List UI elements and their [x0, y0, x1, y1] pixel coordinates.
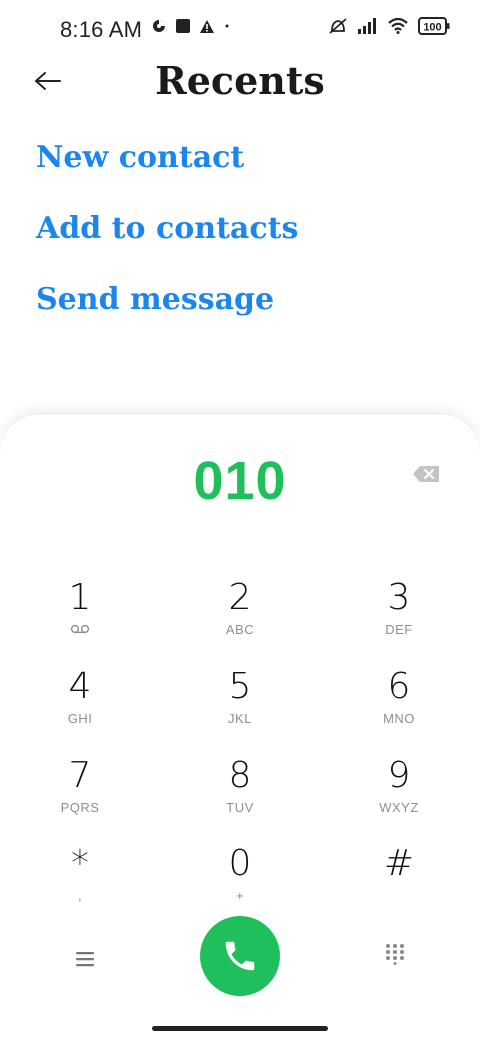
notification-icons: [152, 19, 230, 33]
key-9[interactable]: 9 WXYZ: [339, 756, 459, 826]
key-digit: 2: [228, 577, 252, 618]
add-to-contacts-link[interactable]: Add to contacts: [36, 211, 298, 247]
vibrate-off-icon: [328, 17, 348, 35]
battery-level: 100: [423, 22, 441, 34]
menu-button[interactable]: [72, 946, 98, 972]
signal-icon: [358, 18, 378, 34]
key-7[interactable]: 7 PQRS: [20, 756, 140, 826]
key-digit: 0: [228, 843, 252, 884]
key-3[interactable]: 3 DEF: [339, 578, 459, 648]
key-letters: WXYZ: [379, 800, 419, 815]
key-letters: JKL: [228, 711, 252, 726]
backspace-button[interactable]: [412, 465, 440, 483]
key-letters: MNO: [383, 711, 415, 726]
dot-icon: [224, 23, 230, 29]
dialpad-toggle-button[interactable]: [384, 943, 406, 965]
key-letters: TUV: [226, 800, 254, 815]
key-5[interactable]: 5 JKL: [180, 667, 300, 737]
send-message-link[interactable]: Send message: [36, 282, 298, 318]
app-notification-icon: [176, 19, 190, 33]
key-digit: 9: [387, 755, 411, 796]
dialer-panel: 010 1 2 ABC 3 DEF 4 GHI 5 JKL 6 MNO 7 PQ…: [0, 414, 480, 1040]
key-hash[interactable]: #: [339, 844, 459, 914]
key-letters: GHI: [67, 711, 93, 726]
key-digit: *: [71, 843, 89, 884]
contact-actions: New contact Add to contacts Send message: [36, 140, 298, 353]
battery-icon: 100: [418, 17, 450, 35]
key-digit: 7: [68, 755, 92, 796]
dialed-number: 010: [193, 451, 287, 511]
key-6[interactable]: 6 MNO: [339, 667, 459, 737]
status-time: 8:16 AM: [60, 17, 143, 42]
wifi-icon: [388, 18, 408, 34]
key-4[interactable]: 4 GHI: [20, 667, 140, 737]
page-title: Recents: [155, 58, 325, 103]
key-8[interactable]: 8 TUV: [180, 756, 300, 826]
key-letters: +: [235, 888, 245, 903]
call-button[interactable]: [200, 916, 280, 996]
key-digit: 6: [387, 666, 411, 707]
warning-icon: [200, 19, 214, 33]
key-digit: 1: [68, 577, 92, 618]
menu-icon: [76, 952, 94, 967]
key-letters: ABC: [225, 622, 255, 637]
key-letters: PQRS: [60, 800, 100, 815]
status-bar: 8:16 AM 100: [0, 0, 480, 60]
new-contact-link[interactable]: New contact: [36, 140, 298, 176]
phone-icon: [225, 941, 255, 971]
key-digit: 3: [387, 577, 411, 618]
key-digit: #: [383, 843, 415, 884]
key-2[interactable]: 2 ABC: [180, 578, 300, 648]
home-indicator[interactable]: [152, 1026, 328, 1031]
backspace-icon: [413, 466, 439, 482]
key-letters: DEF: [385, 622, 413, 637]
key-0[interactable]: 0 +: [180, 844, 300, 914]
voicemail-icon: [20, 622, 140, 637]
key-1[interactable]: 1: [20, 578, 140, 648]
data-saver-icon: [152, 19, 166, 33]
dialpad-icon: [386, 944, 404, 965]
key-digit: 4: [68, 666, 92, 707]
key-star[interactable]: * ,: [20, 844, 140, 914]
key-digit: 8: [228, 755, 252, 796]
key-digit: 5: [228, 666, 252, 707]
key-letters: ,: [77, 888, 83, 903]
system-icons: 100: [328, 17, 450, 35]
